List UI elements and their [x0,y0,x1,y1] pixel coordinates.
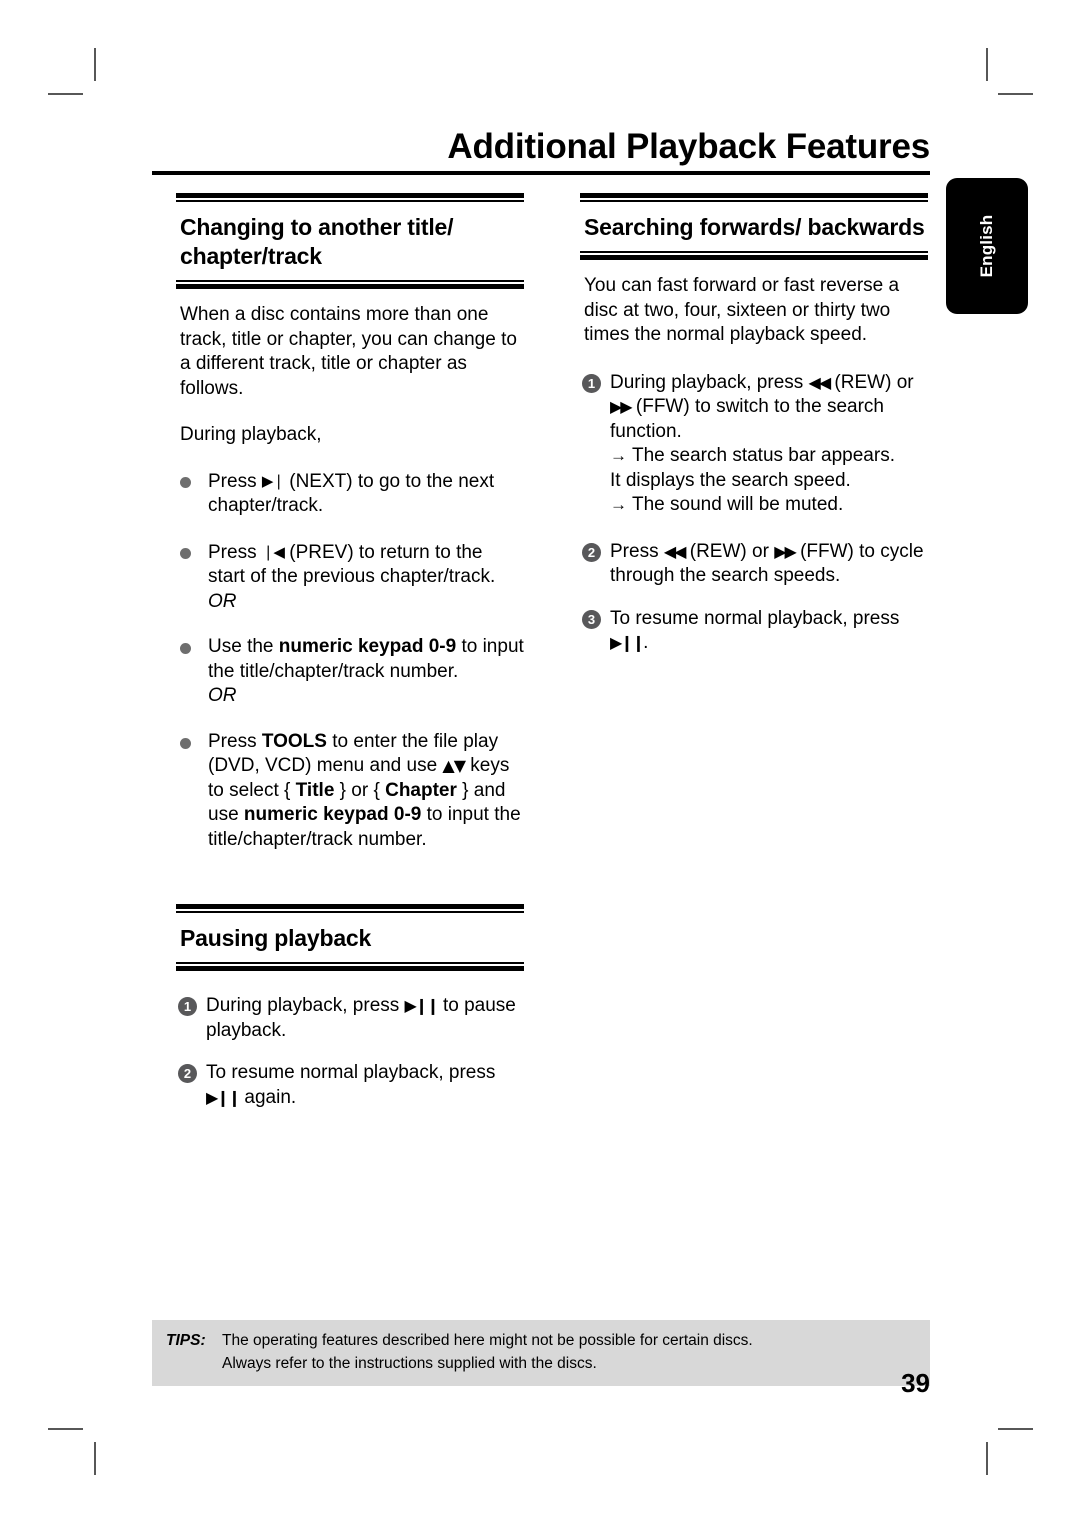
tools-text-4: } or { [334,779,386,801]
bullet-icon [180,476,191,488]
step-search-2: 2 Press ◀◀ (REW) or ▶▶ (FFW) to cycle th… [582,540,928,589]
step-search-2-text-1: Press [610,540,664,562]
step-search-1-text-3: (FFW) to switch to the search function. [610,396,885,442]
rule-thick-bottom [176,284,524,289]
section-header-pausing-playback: Pausing playback [176,904,524,971]
step-search-2-text-2: (REW) or [684,540,775,562]
result-1-text: The search status bar appears. [632,445,895,466]
page-number: 39 [901,1368,930,1398]
step-search-1-result-2: → The sound will be muted. [610,493,928,518]
intro-paragraph-searching: You can fast forward or fast reverse a d… [584,275,900,345]
rule-thick-bottom [580,255,928,260]
step-search-1: 1 During playback, press ◀◀ (REW) or ▶▶ … [582,371,928,518]
numeric-keypad-bold-1: numeric keypad 0-9 [278,636,457,657]
rule-thick-bottom [176,966,524,971]
crop-mark-bottom-right-vertical [986,1442,988,1475]
bullet-icon [180,547,191,559]
up-down-arrows-icon: ▲▼ [442,756,466,775]
step-number-badge: 1 [178,997,197,1016]
left-column: Changing to another title/ chapter/track… [176,193,524,1110]
crop-mark-top-left-horizontal [48,93,83,95]
section-title-changing-title: Changing to another title/ chapter/track [180,214,454,269]
rule-thin-bottom [580,251,928,253]
list-item-numeric-keypad: Use the numeric keypad 0-9 to input the … [180,635,524,709]
step-number-badge: 3 [582,609,601,629]
rule-thick-top [580,193,928,198]
step-number-badge: 2 [582,542,601,562]
section-header-searching: Searching forwards/ backwards [580,193,928,260]
list-item-next-pre: Press [208,470,262,492]
play-pause-icon: ▶❙❙ [610,633,645,652]
list-item-prev: Press ❘◀ (PREV) to return to the start o… [180,540,524,615]
rule-thick-top [176,904,524,909]
rule-thin-bottom [176,280,524,282]
language-tab: English [946,178,1028,314]
play-pause-icon: ▶❙❙ [404,996,440,1015]
crop-mark-bottom-left-vertical [94,1442,96,1475]
next-track-icon: ▶❘ [261,471,285,490]
step-pause-1: 1 During playback, press ▶❙❙ to pause pl… [178,994,524,1043]
crop-mark-top-left-vertical [94,48,96,81]
rule-thin-bottom [176,962,524,964]
during-playback-label: During playback, [180,424,322,445]
title-option-label: Title [295,779,335,801]
step-search-3-text-1: To resume normal playback, press [610,607,900,629]
tips-line-1: The operating features described here mi… [222,1332,753,1349]
fast-forward-icon: ▶▶ [774,541,797,561]
step-pause-2: 2 To resume normal playback, press ▶❙❙ a… [178,1061,524,1110]
numeric-keypad-bold-2: numeric keypad 0-9 [243,804,422,825]
language-tab-label: English [977,214,996,278]
crop-mark-bottom-right-horizontal [998,1428,1033,1430]
bullet-icon [180,643,191,654]
list-item-prev-pre: Press [208,541,262,563]
rewind-icon: ◀◀ [808,372,832,392]
step-search-1-text-1: During playback, press [610,371,809,393]
step-search-3: 3 To resume normal playback, press ▶❙❙. [582,607,928,656]
step-pause-2-text-2: again. [239,1086,297,1108]
bullet-icon [180,737,191,749]
right-column: Searching forwards/ backwards You can fa… [580,193,928,656]
chapter-option-label: Chapter [385,779,457,801]
step-number-badge: 1 [582,373,601,393]
list-item-next: Press ▶❘ (NEXT) to go to the next chapte… [180,469,524,519]
title-divider [152,171,930,175]
step-search-1-text-2: (REW) or [829,371,914,393]
crop-mark-bottom-left-horizontal [48,1428,83,1430]
tips-label: TIPS: [166,1332,206,1349]
intro-paragraph-changing-title: When a disc contains more than one track… [180,304,517,399]
section-title-pausing-playback: Pausing playback [180,925,372,951]
result-arrow-icon: → [610,495,627,514]
page-title: Additional Playback Features [447,127,930,166]
step-search-3-text-2: . [643,632,649,653]
step-number-badge: 2 [178,1064,197,1083]
rewind-icon: ◀◀ [663,541,687,561]
list-item-tools: Press TOOLS to enter the file play (DVD,… [180,730,524,853]
or-label-1: OR [208,590,237,612]
tips-box: TIPS: The operating features described h… [152,1320,930,1386]
crop-mark-top-right-vertical [986,48,988,81]
result-2-text: The sound will be muted. [632,494,844,515]
step-pause-2-text-1: To resume normal playback, press [206,1062,496,1083]
fast-forward-icon: ▶▶ [610,397,633,416]
prev-track-icon: ❘◀ [261,542,285,561]
crop-mark-top-right-horizontal [998,93,1033,95]
step-search-1-result-1: → The search status bar appears. [610,444,928,469]
step-pause-1-text-1: During playback, press [206,995,405,1016]
tools-bold-label: TOOLS [261,730,327,752]
result-arrow-icon: → [610,446,627,465]
numeric-keypad-text-1: Use the [208,636,279,657]
play-pause-icon: ▶❙❙ [206,1087,241,1107]
step-search-1-result-1-cont: It displays the search speed. [610,469,851,491]
tips-content: TIPS: The operating features described h… [152,1329,930,1375]
or-label-2: OR [208,685,237,706]
rule-thick-top [176,193,524,198]
tips-line-2: Always refer to the instructions supplie… [222,1355,597,1372]
tools-text-1: Press [208,730,262,752]
section-title-searching: Searching forwards/ backwards [584,214,925,240]
section-header-changing-title: Changing to another title/ chapter/track [176,193,524,289]
